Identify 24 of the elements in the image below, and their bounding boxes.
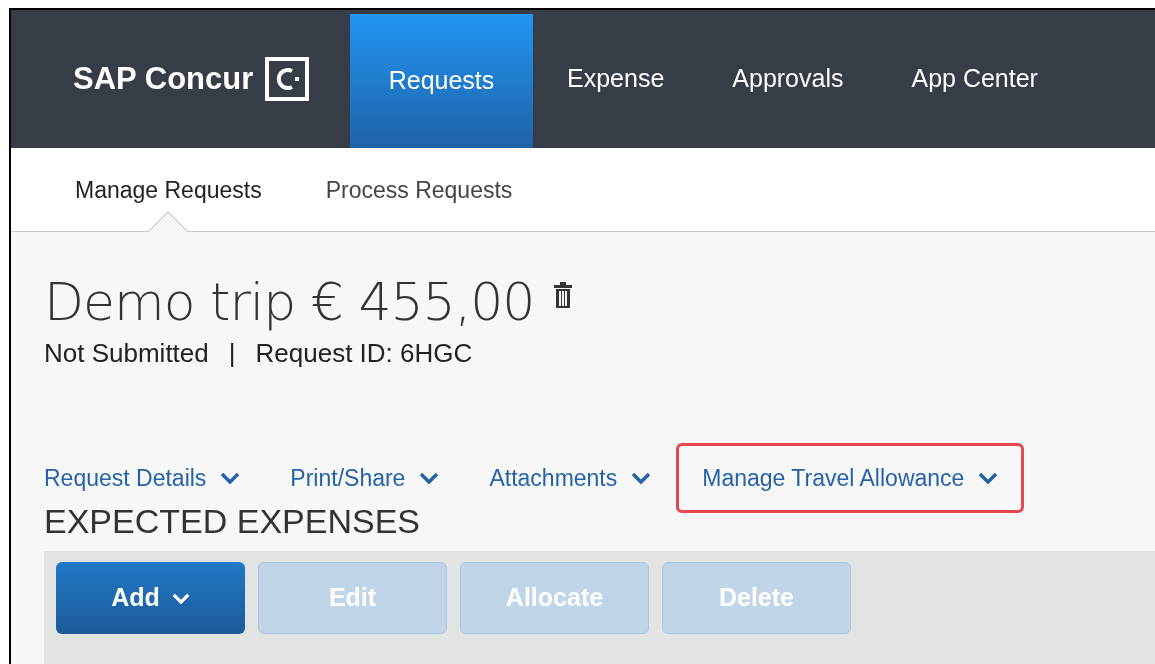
trash-icon[interactable]: [554, 282, 573, 308]
chevron-icon: [419, 472, 440, 484]
toolbar-button[interactable]: Add: [56, 562, 245, 634]
nav-tab[interactable]: App Center: [877, 10, 1072, 148]
nav-tab[interactable]: Expense: [533, 10, 699, 148]
chevron-icon: [220, 472, 241, 484]
chevron-icon: [171, 592, 190, 604]
chevron-icon: [978, 472, 999, 484]
sub-tab[interactable]: Process Requests: [325, 177, 513, 204]
action-menu-link[interactable]: Request Details: [44, 460, 241, 496]
separator-text: |: [228, 337, 236, 370]
request-id: Request ID: 6HGC: [255, 337, 473, 370]
sub-tab[interactable]: Manage Requests: [75, 177, 262, 204]
brand-name: SAP Concur: [73, 59, 254, 98]
section-heading: EXPECTED EXPENSES: [44, 501, 421, 541]
nav-tab[interactable]: Approvals: [698, 10, 878, 148]
status-text: Not Submitted: [44, 337, 209, 370]
chevron-icon: [631, 472, 652, 484]
nav-tab[interactable]: Requests: [350, 14, 533, 148]
action-menu-link[interactable]: Print/Share: [290, 460, 440, 496]
logo-icon: [265, 57, 310, 101]
request-title: Demo trip € 455,00: [44, 272, 535, 332]
action-menu-link[interactable]: Attachments: [489, 460, 652, 496]
action-menu-link[interactable]: Manage Travel Allowance: [676, 443, 1025, 513]
